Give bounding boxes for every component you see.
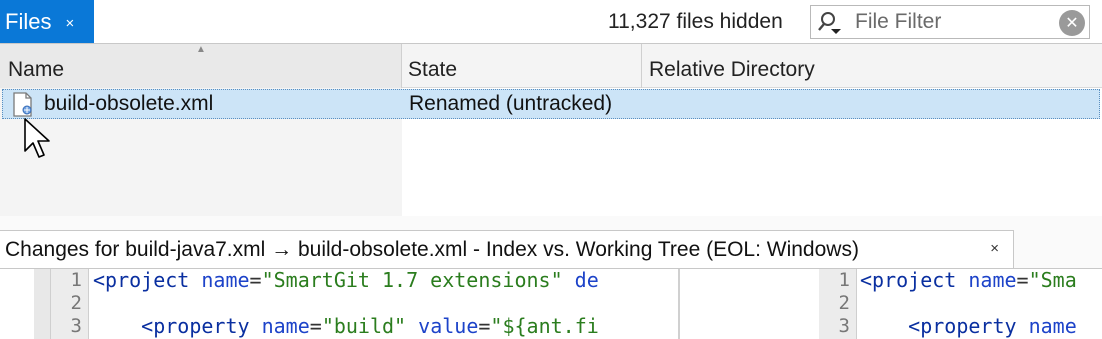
code-eq: = [1016, 268, 1029, 292]
right-code-line-3: <property name [860, 314, 1077, 338]
file-filter-input[interactable] [855, 9, 1051, 35]
line-number: 2 [838, 292, 850, 314]
tab-changes-label: Changes for build-java7.xml → build-obso… [5, 237, 859, 261]
code-string: "build" [321, 314, 407, 338]
tab-files[interactable]: Files × [0, 0, 94, 44]
column-header-relative-directory[interactable]: Relative Directory [642, 44, 1102, 88]
code-attr: name [968, 268, 1017, 292]
left-code-line-3: <property name="build" value="${ant.fi [93, 314, 599, 338]
right-code-line-1: <project name="Sma [860, 268, 1077, 292]
code-string: "SmartGit 1.7 extensions" [261, 268, 563, 292]
table-row[interactable]: build-obsolete.xml Renamed (untracked) [2, 89, 1100, 119]
hidden-files-count: 11,327 files hidden [608, 10, 783, 33]
code-tag: <property [141, 314, 250, 338]
xml-file-icon [13, 92, 32, 117]
code-eq: = [309, 314, 322, 338]
code-eq: = [249, 268, 262, 292]
line-number: 1 [70, 269, 82, 291]
changes-panel: Changes for build-java7.xml → build-obso… [0, 216, 1102, 339]
line-number: 1 [838, 269, 850, 291]
code-tag: <project [93, 268, 190, 292]
code-attr: de [574, 268, 599, 292]
file-filter-box[interactable]: ✕ [810, 5, 1090, 39]
code-eq: = [478, 314, 491, 338]
line-number: 3 [70, 315, 82, 337]
tab-changes[interactable]: Changes for build-java7.xml → build-obso… [0, 230, 1014, 268]
line-number: 2 [70, 292, 82, 314]
code-string: "${ant.fi [490, 314, 599, 338]
right-line-numbers: 1 2 3 [819, 269, 857, 339]
code-attr: name [1028, 314, 1077, 338]
file-name: build-obsolete.xml [44, 92, 214, 115]
sort-ascending-icon: ▲ [196, 44, 206, 55]
diff-divider[interactable] [678, 269, 680, 339]
code-tag: <property [908, 314, 1017, 338]
line-number: 3 [838, 315, 850, 337]
left-code-line-1: <project name="SmartGit 1.7 extensions" … [93, 268, 599, 292]
column-header-state[interactable]: State [402, 44, 642, 88]
close-icon[interactable]: × [990, 240, 999, 257]
left-line-numbers: 1 2 3 [51, 269, 89, 339]
code-string: "Sma [1028, 268, 1077, 292]
code-attr: value [418, 314, 479, 338]
left-gutter [34, 269, 51, 339]
file-state: Renamed (untracked) [409, 92, 613, 115]
files-table: Name State Relative Directory ▲ [0, 44, 1102, 216]
tab-files-label: Files [5, 9, 52, 34]
clear-icon[interactable]: ✕ [1059, 10, 1085, 36]
mouse-cursor-icon [24, 118, 50, 158]
diff-editor[interactable]: 1 2 3 <project name="SmartGit 1.7 extens… [0, 268, 1102, 339]
search-icon[interactable] [817, 10, 845, 36]
table-header: Name State Relative Directory ▲ [0, 44, 1102, 88]
code-attr: name [201, 268, 250, 292]
files-panel: Files × 11,327 files hidden ✕ Name State… [0, 0, 1102, 217]
code-tag: <project [860, 268, 957, 292]
code-attr: name [261, 314, 310, 338]
close-icon[interactable]: × [65, 15, 74, 32]
